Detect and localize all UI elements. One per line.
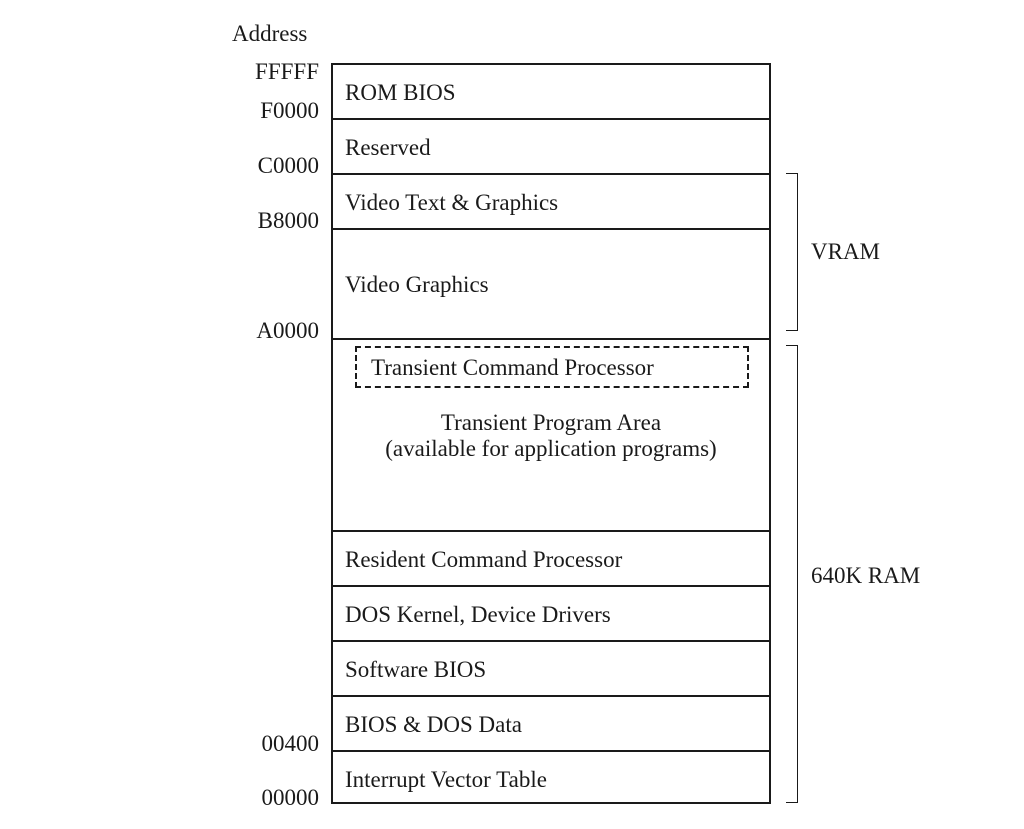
region-software-bios: Software BIOS: [333, 642, 769, 697]
region-resident-command-processor: Resident Command Processor: [333, 532, 769, 587]
transient-program-area-title: Transient Program Area: [440, 410, 662, 435]
region-bios-dos-data: BIOS & DOS Data: [333, 697, 769, 752]
region-video-graphics: Video Graphics: [333, 230, 769, 340]
region-interrupt-vector-table: Interrupt Vector Table: [333, 752, 769, 804]
vram-label: VRAM: [811, 239, 881, 264]
region-label: Video Graphics: [345, 272, 489, 297]
address-c0000: C0000: [257, 153, 319, 178]
region-reserved: Reserved: [333, 120, 769, 175]
transient-command-processor-label: Transient Command Processor: [371, 355, 654, 380]
region-video-text-graphics: Video Text & Graphics: [333, 175, 769, 230]
memory-map: ROM BIOS Reserved Video Text & Graphics …: [331, 63, 771, 804]
address-00400: 00400: [261, 731, 320, 756]
region-label: Interrupt Vector Table: [345, 767, 547, 792]
region-label: Resident Command Processor: [345, 547, 623, 572]
address-fffff: FFFFF: [255, 59, 319, 84]
region-label: Video Text & Graphics: [345, 190, 559, 215]
region-label: Reserved: [345, 135, 431, 160]
ram-640k-label: 640K RAM: [811, 563, 921, 588]
region-rom-bios: ROM BIOS: [333, 65, 769, 120]
region-label: ROM BIOS: [345, 80, 456, 105]
region-label: DOS Kernel, Device Drivers: [345, 602, 611, 627]
ram-640k-bracket: [786, 345, 798, 803]
address-column-heading: Address: [232, 21, 308, 46]
transient-program-area-note: (available for application programs): [385, 436, 717, 461]
region-label: Software BIOS: [345, 657, 487, 682]
region-label: BIOS & DOS Data: [345, 712, 522, 737]
address-f0000: F0000: [260, 98, 319, 123]
address-00000: 00000: [261, 785, 320, 810]
address-a0000: A0000: [256, 318, 319, 343]
region-transient-program-area: Transient Command Processor Transient Pr…: [333, 340, 769, 532]
address-b8000: B8000: [257, 208, 319, 233]
region-dos-kernel: DOS Kernel, Device Drivers: [333, 587, 769, 642]
vram-bracket: [786, 173, 798, 331]
transient-command-processor-box: Transient Command Processor: [355, 346, 749, 388]
